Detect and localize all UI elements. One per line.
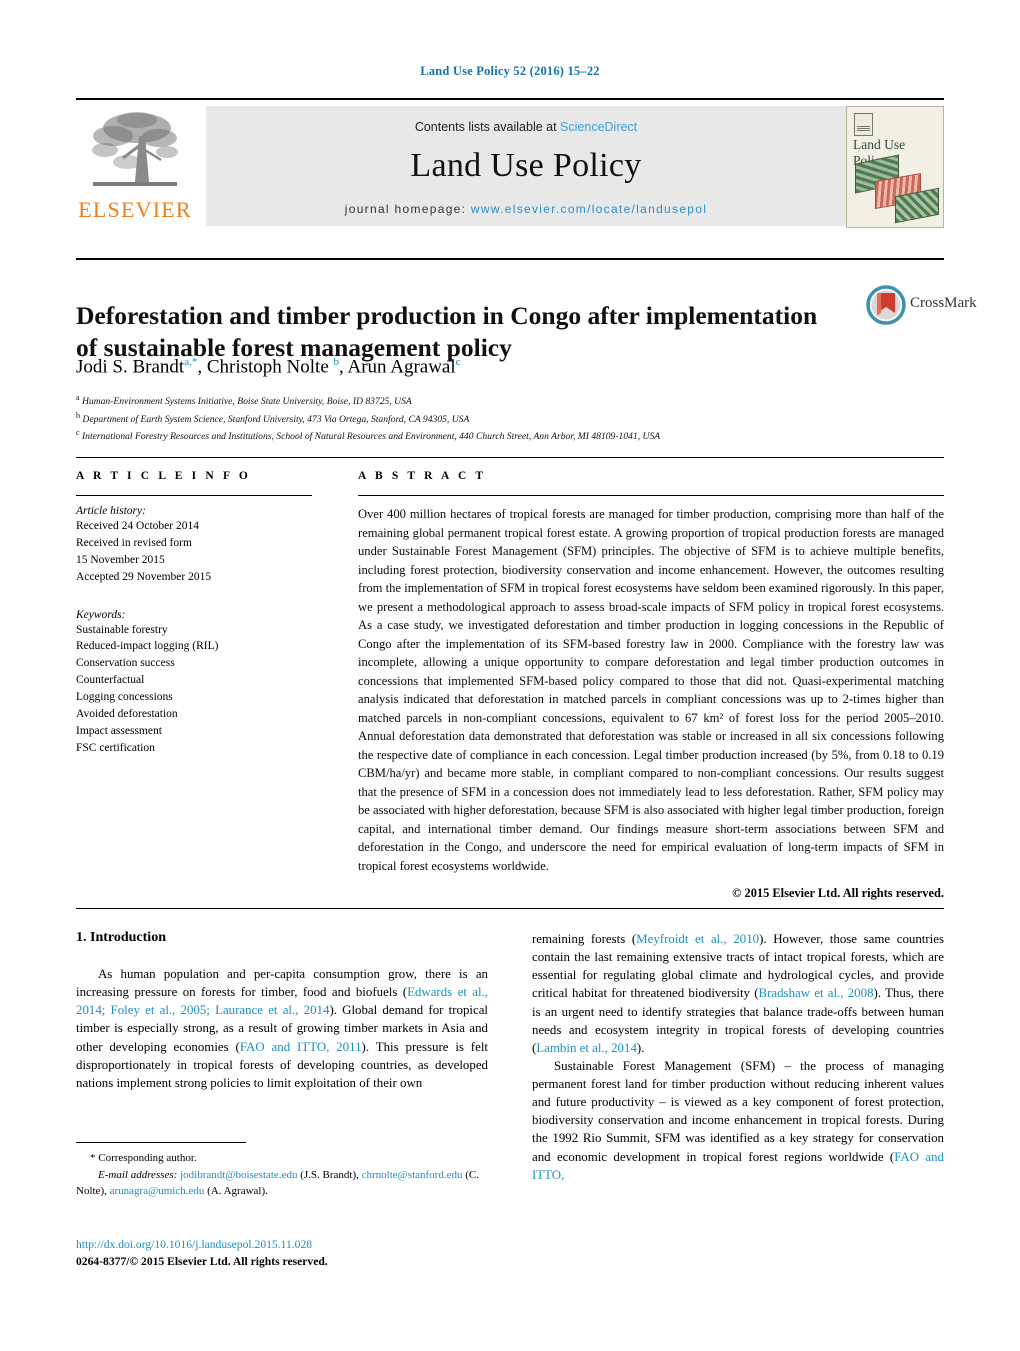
email-name-agrawal: (A. Agrawal). [204, 1185, 268, 1197]
cover-elsevier-icon [854, 113, 873, 136]
article-info-column: A R T I C L E I N F O Article history: R… [76, 470, 312, 757]
footnote-divider [76, 1142, 246, 1143]
running-head: Land Use Policy 52 (2016) 15–22 [420, 64, 600, 78]
crossmark-icon [866, 285, 906, 325]
sciencedirect-link[interactable]: ScienceDirect [560, 120, 637, 134]
homepage-url-link[interactable]: www.elsevier.com/locate/landusepol [471, 202, 707, 216]
article-info-heading: A R T I C L E I N F O [76, 470, 251, 482]
abstract-heading: A B S T R A C T [358, 470, 487, 482]
homepage-label: journal homepage: [344, 202, 467, 216]
abstract-column: A B S T R A C T Over 400 million hectare… [358, 470, 944, 901]
page-title: Deforestation and timber production in C… [76, 301, 818, 362]
masthead-center: Contents lists available at ScienceDirec… [206, 106, 846, 226]
section-heading-introduction: 1. Introduction [76, 930, 166, 945]
contents-available-line: Contents lists available at ScienceDirec… [206, 106, 846, 134]
article-info-rule [76, 495, 312, 496]
keywords-label: Keywords: [76, 608, 126, 621]
body-column-left: 1. Introduction As human population and … [76, 930, 488, 1092]
keyword-item: FSC certification [76, 741, 155, 754]
abstract-rule [358, 495, 944, 496]
elsevier-wordmark: ELSEVIER [78, 197, 192, 222]
abstract-text: Over 400 million hectares of tropical fo… [358, 507, 944, 873]
crossmark-badge[interactable]: CrossMark [866, 285, 977, 327]
doi-link[interactable]: http://dx.doi.org/10.1016/j.landusepol.2… [76, 1237, 506, 1254]
history-item: Received 24 October 2014 [76, 520, 199, 532]
issn-copyright-line: 0264-8377/© 2015 Elsevier Ltd. All right… [76, 1254, 328, 1268]
email-addresses-note: E-mail addresses: jodibrandt@boisestate.… [76, 1167, 488, 1200]
abstract-copyright: © 2015 Elsevier Ltd. All rights reserved… [732, 886, 944, 900]
abstract-band-bottom-rule [76, 908, 944, 909]
affiliation-item: a Human-Environment Systems Initiative, … [76, 393, 412, 408]
keyword-item: Counterfactual [76, 674, 145, 687]
elsevier-logo: ELSEVIER [76, 106, 194, 228]
citation-bradshaw-2008[interactable]: Bradshaw et al., 2008 [759, 986, 874, 1000]
title-divider [76, 258, 944, 260]
email-name-brandt: (J.S. Brandt), [297, 1168, 359, 1181]
contents-prefix: Contents lists available at [414, 120, 561, 134]
history-item: Accepted 29 November 2015 [76, 570, 212, 583]
affiliation-list: a Human-Environment Systems Initiative, … [76, 392, 956, 445]
citation-fao-itto-2011[interactable]: FAO and ITTO, 2011 [240, 1040, 362, 1054]
intro-paragraph-right-2: Sustainable Forest Management (SFM) – th… [532, 1057, 944, 1184]
doi-block: http://dx.doi.org/10.1016/j.landusepol.2… [76, 1237, 506, 1271]
email-link-agrawal[interactable]: arunagra@umich.edu [110, 1185, 205, 1197]
footnote-block: * Corresponding author. E-mail addresses… [76, 1150, 488, 1200]
affiliation-item: c International Forestry Resources and I… [76, 428, 661, 443]
journal-cover-thumbnail[interactable]: Land Use Policy [846, 106, 944, 228]
right-text-a: remaining forests ( [532, 932, 637, 946]
journal-homepage-line: journal homepage: www.elsevier.com/locat… [206, 202, 846, 216]
keyword-item: Sustainable forestry [76, 623, 168, 636]
history-item: Received in revised form [76, 536, 192, 549]
paper-page: Land Use Policy 52 (2016) 15–22 ELSEVIER… [0, 0, 1020, 1351]
intro-paragraph-left: As human population and per-capita consu… [76, 965, 488, 1092]
keyword-item: Impact assessment [76, 724, 162, 737]
author-list: Jodi S. Brandta,*, Christoph Nolte b, Ar… [76, 356, 461, 378]
email-link-brandt[interactable]: jodibrandt@boisestate.edu [180, 1169, 297, 1181]
history-item: 15 November 2015 [76, 553, 165, 566]
keywords-block: Keywords: Sustainable forestry Reduced-i… [76, 609, 312, 757]
article-history-label: Article history: [76, 505, 146, 517]
article-history-list: Received 24 October 2014 Received in rev… [76, 518, 312, 586]
right-text-d: ). [636, 1040, 645, 1055]
corresponding-author-note: * Corresponding author. [90, 1152, 197, 1164]
keyword-item: Logging concessions [76, 691, 173, 704]
journal-masthead: ELSEVIER Contents lists available at Sci… [76, 98, 944, 230]
citation-lambin-2014[interactable]: Lambin et al., 2014 [536, 1041, 637, 1055]
keyword-item: Avoided deforestation [76, 708, 178, 721]
intro-paragraph-right-1: remaining forests (Meyfroidt et al., 201… [532, 930, 944, 1057]
email-label: E-mail addresses: [98, 1168, 178, 1181]
keyword-item: Reduced-impact logging (RIL) [76, 640, 219, 653]
keyword-item: Conservation success [76, 657, 175, 670]
right-text-e: Sustainable Forest Management (SFM) – th… [532, 1058, 944, 1164]
journal-title: Land Use Policy [410, 147, 642, 184]
body-column-right: remaining forests (Meyfroidt et al., 201… [532, 930, 944, 1184]
citation-meyfroidt-2010[interactable]: Meyfroidt et al., 2010 [636, 932, 759, 946]
affiliation-item: b Department of Earth System Science, St… [76, 410, 470, 425]
elsevier-tree-icon [92, 112, 178, 186]
abstract-band-top-rule [76, 457, 944, 458]
crossmark-label: CrossMark [910, 295, 977, 311]
email-link-nolte[interactable]: chrnolte@stanford.edu [362, 1169, 463, 1181]
